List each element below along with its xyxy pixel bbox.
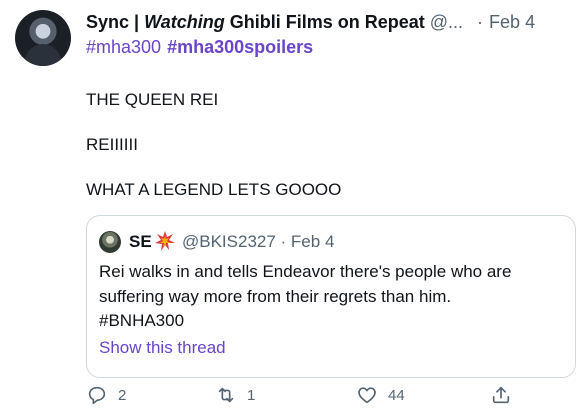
reply-button[interactable]: 2	[86, 382, 126, 408]
tweet-text-line: REIIIIII	[86, 135, 138, 154]
hashtag-link[interactable]: #mha300	[86, 37, 161, 58]
separator-dot: ·	[477, 11, 484, 32]
tweet-header: Sync | Watching Ghibli Films on Repeat @…	[86, 10, 576, 34]
hashtag-line: #mha300 #mha300spoilers	[86, 34, 576, 60]
author-avatar[interactable]	[15, 10, 71, 66]
tweet-text-line: WHAT A LEGEND LETS GOOOO	[86, 180, 342, 199]
author-handle[interactable]: @...	[430, 12, 463, 33]
tweet-content: Sync | Watching Ghibli Films on Repeat @…	[86, 10, 576, 378]
quoted-author-name: SE	[129, 232, 152, 251]
display-name-suffix: Ghibli Films on Repeat	[224, 11, 425, 32]
collision-emoji-icon	[155, 231, 175, 251]
tweet-date[interactable]: Feb 4	[489, 12, 535, 33]
retweet-button[interactable]: 1	[215, 382, 255, 408]
retweet-count: 1	[247, 386, 256, 404]
quoted-text-line: suffering way more from their regrets th…	[99, 287, 452, 306]
author-display-name[interactable]: Sync | Watching Ghibli Films on Repeat	[86, 12, 425, 33]
retweet-icon	[218, 387, 234, 403]
display-name-italic: Watching	[144, 11, 225, 32]
reply-count: 2	[118, 386, 127, 404]
show-thread-link[interactable]: Show this thread	[99, 338, 226, 358]
like-count: 44	[388, 386, 405, 404]
quoted-tweet[interactable]: SE @BKIS2327 · Feb 4 Rei walks in and te…	[86, 215, 576, 378]
quoted-text-line: Rei walks in and tells Endeavor there's …	[99, 262, 512, 281]
quoted-author-avatar	[99, 231, 121, 253]
quoted-text-line: #BNHA300	[99, 311, 185, 330]
display-name-prefix: Sync |	[86, 11, 145, 32]
like-button[interactable]: 44	[356, 382, 405, 408]
quoted-handle-date: @BKIS2327 · Feb 4	[182, 232, 335, 251]
heart-icon	[358, 387, 376, 404]
share-button[interactable]	[490, 382, 522, 408]
share-icon	[492, 386, 510, 404]
tweet-text-line: THE QUEEN REI	[86, 90, 219, 109]
hashtag-link[interactable]: #mha300spoilers	[167, 37, 313, 58]
reply-icon	[88, 386, 106, 405]
